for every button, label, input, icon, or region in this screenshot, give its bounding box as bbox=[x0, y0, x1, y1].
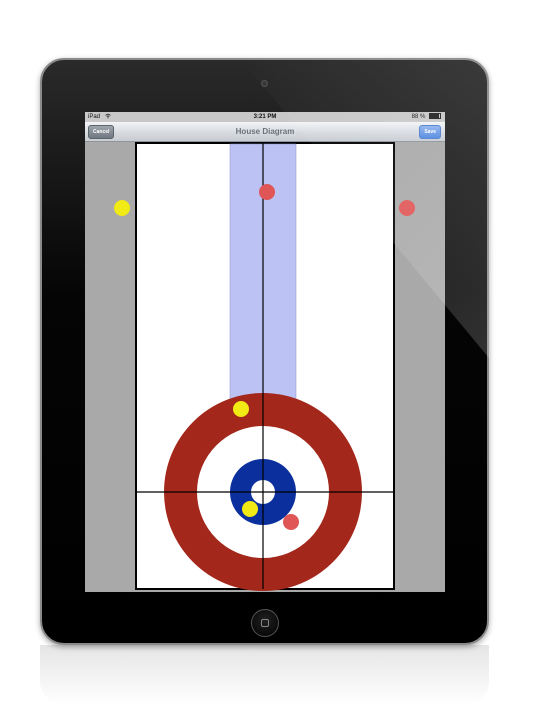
stone-red-top[interactable] bbox=[259, 184, 275, 200]
home-square-icon bbox=[261, 619, 269, 627]
stone-red-gutter[interactable] bbox=[399, 200, 415, 216]
app-screen: iPad 3:21 PM 88 % House Diagram Cancel S… bbox=[85, 112, 445, 592]
stone-yellow-house-top[interactable] bbox=[233, 401, 249, 417]
stone-red-button[interactable] bbox=[283, 514, 299, 530]
device-reflection bbox=[40, 645, 489, 705]
house-diagram[interactable] bbox=[85, 112, 445, 592]
camera-icon bbox=[261, 80, 268, 87]
stone-yellow-button[interactable] bbox=[242, 501, 258, 517]
home-button[interactable] bbox=[251, 609, 279, 637]
stone-yellow-gutter[interactable] bbox=[114, 200, 130, 216]
